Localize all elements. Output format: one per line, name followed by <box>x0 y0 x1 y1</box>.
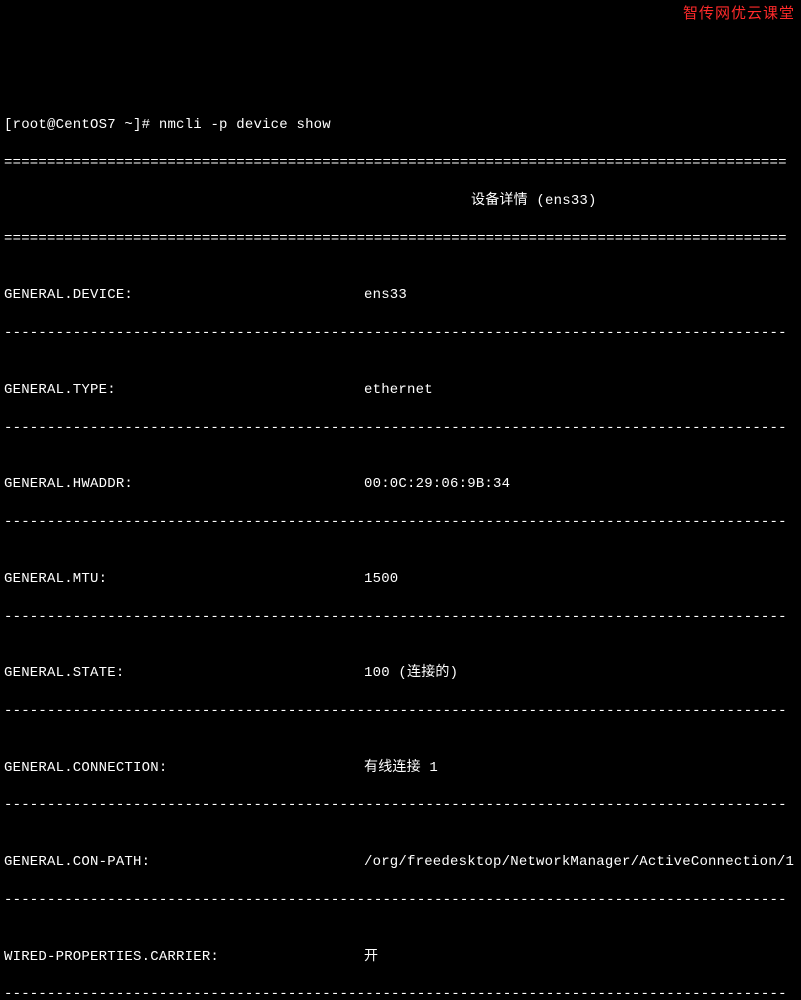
divider-thin: ----------------------------------------… <box>4 702 797 721</box>
row-general-conpath: GENERAL.CON-PATH:/org/freedesktop/Networ… <box>4 853 797 872</box>
header-suffix: ) <box>588 193 597 209</box>
label-general-hwaddr: GENERAL.HWADDR: <box>4 475 364 494</box>
divider-thin: ----------------------------------------… <box>4 324 797 343</box>
value-wired-carrier: 开 <box>364 948 378 967</box>
divider-thick: ========================================… <box>4 154 797 173</box>
value-general-conpath: /org/freedesktop/NetworkManager/ActiveCo… <box>364 853 794 872</box>
prompt-command: nmcli -p device show <box>159 117 331 133</box>
label-general-mtu: GENERAL.MTU: <box>4 570 364 589</box>
value-general-hwaddr: 00:0C:29:06:9B:34 <box>364 475 510 494</box>
divider-thin: ----------------------------------------… <box>4 608 797 627</box>
row-general-connection: GENERAL.CONNECTION:有线连接 1 <box>4 759 797 778</box>
label-general-state: GENERAL.STATE: <box>4 664 364 683</box>
row-general-device: GENERAL.DEVICE:ens33 <box>4 286 797 305</box>
divider-thin: ----------------------------------------… <box>4 891 797 910</box>
label-general-conpath: GENERAL.CON-PATH: <box>4 853 364 872</box>
device-header: 设备详情 (ens33) <box>4 192 797 211</box>
label-general-device: GENERAL.DEVICE: <box>4 286 364 305</box>
label-general-type: GENERAL.TYPE: <box>4 381 364 400</box>
value-general-mtu: 1500 <box>364 570 398 589</box>
row-general-hwaddr: GENERAL.HWADDR:00:0C:29:06:9B:34 <box>4 475 797 494</box>
shell-prompt-line: [root@CentOS7 ~]# nmcli -p device show <box>4 116 797 135</box>
label-wired-carrier: WIRED-PROPERTIES.CARRIER: <box>4 948 364 967</box>
divider-thin: ----------------------------------------… <box>4 419 797 438</box>
divider-thin: ----------------------------------------… <box>4 985 797 1000</box>
header-device: ens33 <box>545 193 588 209</box>
row-general-mtu: GENERAL.MTU:1500 <box>4 570 797 589</box>
label-general-connection: GENERAL.CONNECTION: <box>4 759 364 778</box>
divider-thin: ----------------------------------------… <box>4 796 797 815</box>
divider-thick: ========================================… <box>4 230 797 249</box>
divider-thin: ----------------------------------------… <box>4 513 797 532</box>
value-general-connection: 有线连接 1 <box>364 759 438 778</box>
value-general-type: ethernet <box>364 381 433 400</box>
row-wired-carrier: WIRED-PROPERTIES.CARRIER:开 <box>4 948 797 967</box>
watermark-text: 智传网优云课堂 <box>683 4 795 24</box>
prompt-userhost: [root@CentOS7 ~]# <box>4 117 150 133</box>
value-general-state: 100 (连接的) <box>364 664 458 683</box>
header-prefix: 设备详情 ( <box>471 193 545 209</box>
value-general-device: ens33 <box>364 286 407 305</box>
row-general-type: GENERAL.TYPE:ethernet <box>4 381 797 400</box>
row-general-state: GENERAL.STATE:100 (连接的) <box>4 664 797 683</box>
